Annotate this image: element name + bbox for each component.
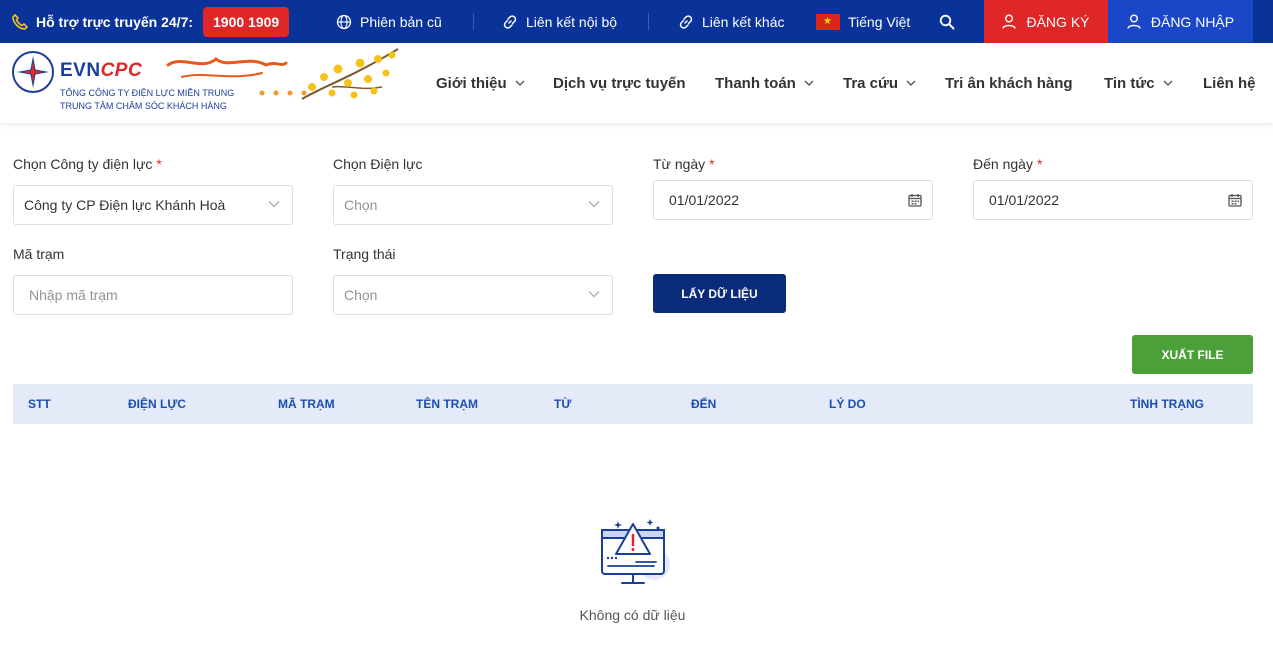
fetch-data-button[interactable]: LẤY DỮ LIỆU bbox=[653, 274, 786, 313]
support-hotline: Hỗ trợ trực truyến 24/7: 1900 1909 bbox=[12, 0, 290, 43]
chevron-down-icon bbox=[515, 80, 525, 86]
empty-state-text: Không có dữ liệu bbox=[579, 607, 686, 623]
column-header-dien-luc: ĐIỆN LỰC bbox=[128, 397, 186, 411]
internal-links-label: Liên kết nội bộ bbox=[526, 13, 618, 30]
status-label: Trạng thái bbox=[333, 246, 396, 262]
evn-logo-icon[interactable] bbox=[12, 51, 54, 93]
nav-gioi-thieu[interactable]: Giới thiệu bbox=[436, 43, 525, 123]
to-date-value: 01/01/2022 bbox=[989, 192, 1060, 208]
nav-lien-he[interactable]: Liên hệ bbox=[1203, 43, 1256, 123]
column-header-ly-do: LÝ DO bbox=[829, 397, 866, 411]
required-mark: * bbox=[709, 156, 715, 172]
column-header-ma-tram: MÃ TRẠM bbox=[278, 397, 335, 411]
language-selector[interactable]: Tiếng Việt bbox=[816, 0, 910, 43]
nav-label: Thanh toán bbox=[715, 74, 796, 92]
from-date-label: Từ ngày * bbox=[653, 156, 715, 172]
nav-tra-cuu[interactable]: Tra cứu bbox=[843, 43, 916, 123]
nav-tri-an-khach-hang[interactable]: Tri ân khách hàng bbox=[945, 43, 1073, 123]
nav-label: Tin tức bbox=[1104, 74, 1155, 92]
column-header-tinh-trang: TÌNH TRẠNG bbox=[1130, 397, 1204, 411]
nav-label: Dịch vụ trực tuyến bbox=[553, 74, 686, 92]
user-icon bbox=[1002, 14, 1017, 29]
required-mark: * bbox=[1036, 156, 1043, 172]
link-icon bbox=[679, 14, 693, 29]
from-date-label-text: Từ ngày bbox=[653, 156, 706, 172]
old-version-link[interactable]: Phiên bản cũ bbox=[336, 0, 442, 43]
register-label: ĐĂNG KÝ bbox=[1026, 13, 1090, 30]
login-label: ĐĂNG NHẬP bbox=[1150, 13, 1235, 30]
search-button[interactable] bbox=[939, 0, 963, 43]
other-links-label: Liên kết khác bbox=[702, 13, 785, 30]
phone-icon bbox=[12, 13, 28, 30]
language-label: Tiếng Việt bbox=[848, 13, 911, 30]
status-select-value: Chọn bbox=[344, 287, 378, 303]
unit-select[interactable]: Chọn bbox=[333, 185, 613, 225]
chevron-down-icon bbox=[588, 201, 600, 208]
column-header-ten-tram: TÊN TRẠM bbox=[416, 397, 478, 411]
support-label: Hỗ trợ trực truyến 24/7: bbox=[36, 13, 194, 30]
nav-label: Giới thiệu bbox=[436, 74, 507, 92]
other-links-link[interactable]: Liên kết khác bbox=[678, 0, 785, 43]
chevron-down-icon bbox=[804, 80, 814, 86]
nav-dich-vu-truc-tuyen[interactable]: Dịch vụ trực tuyến bbox=[553, 43, 686, 123]
old-version-label: Phiên bản cũ bbox=[360, 13, 442, 30]
chevron-down-icon bbox=[588, 291, 600, 298]
nav-label: Tra cứu bbox=[843, 74, 899, 92]
divider bbox=[648, 13, 649, 30]
calendar-icon bbox=[1228, 194, 1242, 207]
login-button[interactable]: ĐĂNG NHẬP bbox=[1108, 0, 1253, 43]
column-header-stt: STT bbox=[28, 397, 51, 411]
calendar-icon bbox=[908, 194, 922, 207]
nav-thanh-toan[interactable]: Thanh toán bbox=[715, 43, 814, 123]
internal-links-link[interactable]: Liên kết nội bộ bbox=[502, 0, 617, 43]
column-header-tu: TỪ bbox=[554, 397, 572, 411]
no-data-warning-icon bbox=[601, 519, 670, 584]
globe-icon bbox=[336, 14, 352, 29]
unit-label: Chọn Điện lực bbox=[333, 156, 423, 172]
station-code-input[interactable] bbox=[24, 287, 282, 303]
nav-tin-tuc[interactable]: Tin tức bbox=[1104, 43, 1173, 123]
vietnam-flag-icon bbox=[816, 13, 840, 30]
to-date-label: Đến ngày * bbox=[973, 156, 1042, 172]
chevron-down-icon bbox=[268, 201, 280, 208]
from-date-input[interactable]: 01/01/2022 bbox=[653, 180, 933, 220]
top-bar: Hỗ trợ trực truyến 24/7: 1900 1909 Phiên… bbox=[0, 0, 1273, 43]
company-select[interactable]: Công ty CP Điện lực Khánh Hoà bbox=[13, 185, 293, 225]
from-date-value: 01/01/2022 bbox=[669, 192, 740, 208]
logo-evn-text: EVN bbox=[60, 60, 101, 81]
nav-label: Liên hệ bbox=[1203, 74, 1256, 92]
to-date-input[interactable]: 01/01/2022 bbox=[973, 180, 1253, 220]
user-icon bbox=[1127, 14, 1141, 29]
main-header: EVNCPC TỔNG CÔNG TY ĐIỆN LỰC MIỀN TRUNG … bbox=[0, 43, 1273, 123]
spring-blossom-decoration bbox=[166, 48, 399, 100]
table-header: STT ĐIỆN LỰC MÃ TRẠM TÊN TRẠM TỪ ĐẾN LÝ … bbox=[13, 384, 1253, 424]
company-label: Chọn Công ty điện lực * bbox=[13, 156, 162, 172]
divider bbox=[473, 13, 474, 30]
company-label-text: Chọn Công ty điện lực bbox=[13, 156, 153, 172]
status-select[interactable]: Chọn bbox=[333, 275, 613, 315]
unit-select-value: Chọn bbox=[344, 197, 378, 213]
column-header-den: ĐẾN bbox=[691, 397, 717, 411]
export-file-button[interactable]: XUẤT FILE bbox=[1132, 335, 1253, 374]
register-button[interactable]: ĐĂNG KÝ bbox=[984, 0, 1108, 43]
station-code-field[interactable] bbox=[13, 275, 293, 315]
evn-cpc-wordmark[interactable]: EVNCPC bbox=[60, 60, 142, 82]
chevron-down-icon bbox=[1163, 80, 1173, 86]
to-date-label-text: Đến ngày bbox=[973, 156, 1033, 172]
hotline-number[interactable]: 1900 1909 bbox=[203, 6, 290, 37]
chevron-down-icon bbox=[906, 80, 916, 86]
company-select-value: Công ty CP Điện lực Khánh Hoà bbox=[24, 197, 226, 213]
search-icon bbox=[939, 14, 955, 29]
required-mark: * bbox=[156, 156, 162, 172]
link-icon bbox=[503, 14, 517, 29]
logo-cpc-text: CPC bbox=[100, 60, 143, 81]
station-code-label: Mã trạm bbox=[13, 246, 65, 262]
nav-label: Tri ân khách hàng bbox=[945, 74, 1073, 92]
